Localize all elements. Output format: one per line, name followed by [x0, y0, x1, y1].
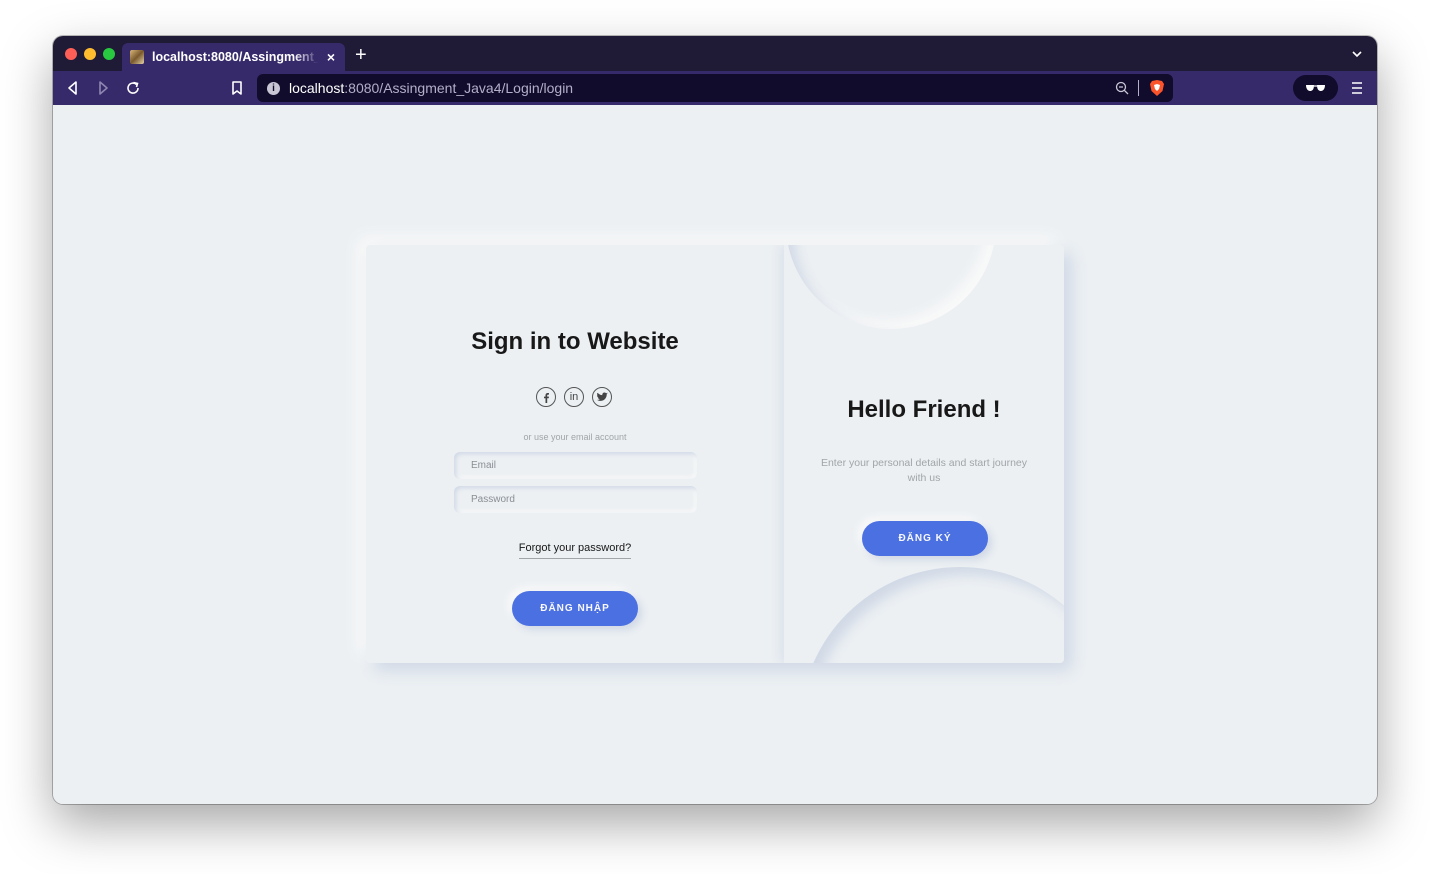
- reload-icon[interactable]: [124, 79, 142, 97]
- forgot-password-link[interactable]: Forgot your password?: [518, 542, 632, 559]
- tab-title: localhost:8080/Assingment_Java4/Login/lo…: [152, 50, 319, 64]
- brave-shields-icon[interactable]: [1149, 79, 1165, 97]
- url-host: localhost: [289, 80, 345, 96]
- sign-up-panel: Hello Friend ! Enter your personal detai…: [784, 245, 1064, 663]
- maximize-window-button[interactable]: [103, 48, 115, 60]
- forward-icon[interactable]: [94, 79, 112, 97]
- page-content: Sign in to Website in or use your email …: [53, 105, 1377, 804]
- zoom-icon[interactable]: [1115, 81, 1129, 95]
- close-window-button[interactable]: [65, 48, 77, 60]
- facebook-glyph: [544, 392, 549, 403]
- facebook-icon[interactable]: [536, 387, 556, 407]
- sign-up-description: Enter your personal details and start jo…: [820, 457, 1028, 484]
- hello-title: Hello Friend !: [847, 396, 1001, 423]
- tab-list-chevron-icon[interactable]: [1351, 48, 1363, 60]
- back-icon[interactable]: [64, 79, 82, 97]
- extension-glasses-icon[interactable]: [1293, 75, 1338, 101]
- social-login-group: in: [536, 387, 612, 407]
- twitter-icon[interactable]: [592, 387, 612, 407]
- login-button[interactable]: ĐĂNG NHẬP: [512, 591, 638, 626]
- navigation-bar: i localhost:8080/Assingment_Java4/Login/…: [53, 71, 1377, 105]
- address-bar[interactable]: i localhost:8080/Assingment_Java4/Login/…: [257, 74, 1173, 102]
- browser-window: localhost:8080/Assingment_Java4/Login/lo…: [53, 36, 1377, 804]
- login-card: Sign in to Website in or use your email …: [366, 245, 1064, 663]
- url-separator: [1138, 80, 1139, 96]
- favicon-icon: [130, 50, 144, 64]
- linkedin-glyph: in: [569, 391, 579, 403]
- sign-in-title: Sign in to Website: [471, 328, 679, 355]
- alternate-login-text: or use your email account: [523, 432, 627, 442]
- menu-icon[interactable]: [1351, 81, 1363, 95]
- browser-tab[interactable]: localhost:8080/Assingment_Java4/Login/lo…: [122, 43, 345, 71]
- site-info-icon[interactable]: i: [267, 82, 280, 95]
- tab-close-icon[interactable]: ×: [323, 49, 339, 65]
- decorative-circle-bottom: [800, 567, 1064, 663]
- email-input[interactable]: [454, 452, 697, 479]
- forgot-password-container: Forgot your password?: [366, 538, 784, 559]
- decorative-circle-top: [786, 245, 996, 329]
- linkedin-icon[interactable]: in: [564, 387, 584, 407]
- minimize-window-button[interactable]: [84, 48, 96, 60]
- sign-in-panel: Sign in to Website in or use your email …: [366, 245, 784, 663]
- url-text[interactable]: localhost:8080/Assingment_Java4/Login/lo…: [289, 80, 573, 96]
- twitter-glyph: [596, 392, 608, 401]
- sign-up-button[interactable]: ĐĂNG KÝ: [862, 521, 988, 556]
- bookmark-icon[interactable]: [228, 79, 246, 97]
- password-input[interactable]: [454, 486, 697, 513]
- url-path: :8080/Assingment_Java4/Login/login: [344, 80, 574, 96]
- new-tab-button[interactable]: +: [355, 44, 367, 66]
- tab-bar: localhost:8080/Assingment_Java4/Login/lo…: [53, 36, 1377, 71]
